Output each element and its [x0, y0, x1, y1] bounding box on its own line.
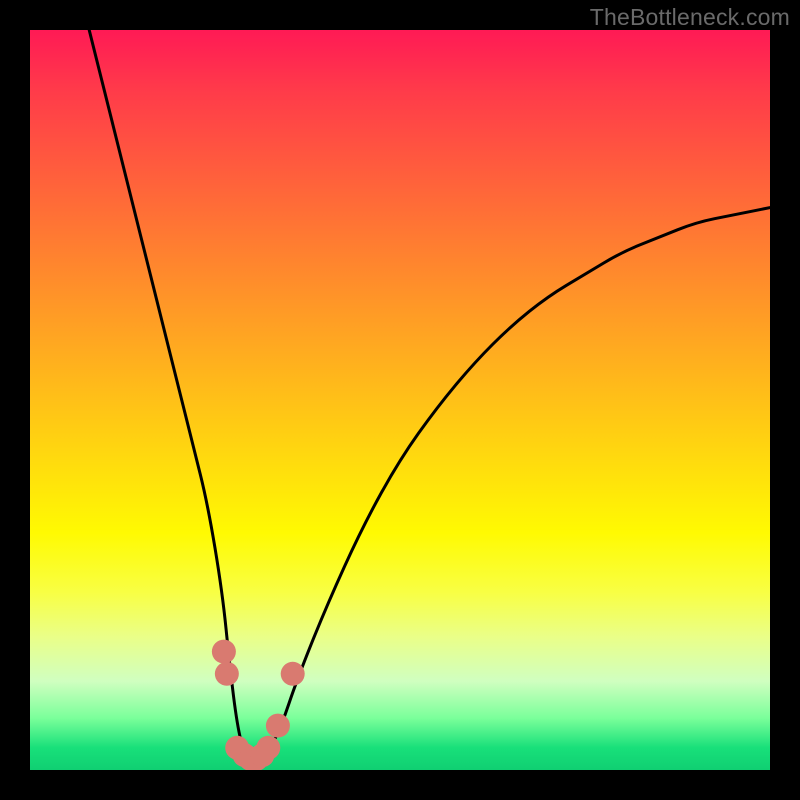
marker-dot: [281, 662, 305, 686]
bottleneck-curve: [89, 30, 770, 763]
marker-dot: [266, 714, 290, 738]
chart-svg: [30, 30, 770, 770]
marker-dot: [212, 640, 236, 664]
marker-dot: [215, 662, 239, 686]
watermark-text: TheBottleneck.com: [590, 4, 790, 31]
marker-dot: [256, 736, 280, 760]
chart-plot-area: [30, 30, 770, 770]
highlighted-points: [212, 640, 305, 770]
